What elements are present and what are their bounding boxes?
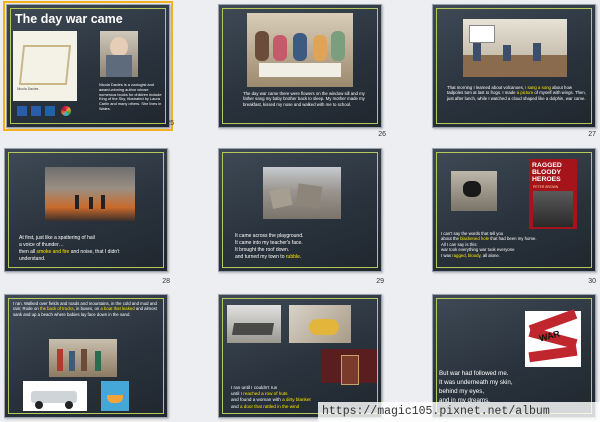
highlight-text: blackened hole — [460, 236, 490, 242]
text-line: It came into my teacher's face. — [235, 240, 303, 246]
slide-number: 28 — [162, 278, 170, 285]
slide-text: The day war came there were flowers on t… — [243, 91, 365, 107]
slide-31[interactable]: I ran. Walked over fields and roads and … — [4, 294, 168, 418]
highlight-text: a dirty blanket — [282, 397, 311, 403]
slide-29[interactable]: It came across the playground. It came i… — [218, 148, 382, 272]
slide-32[interactable]: I ran until I couldn't run until I reach… — [218, 294, 382, 418]
sdg-icon-2 — [31, 106, 41, 116]
text-line: It was underneath my skin, — [439, 379, 513, 386]
slide-number: 26 — [378, 131, 386, 138]
slide-27[interactable]: That morning I learned about volcanoes, … — [432, 4, 596, 128]
author-photo — [100, 31, 138, 77]
highlight-text: a boat that leaked — [100, 306, 135, 312]
slide-26[interactable]: The day war came there were flowers on t… — [218, 4, 382, 128]
slide-33[interactable]: WAR But war had followed me. It was unde… — [432, 294, 596, 418]
book-cover-author: Nicola Davies — [17, 87, 39, 91]
highlight-text: I sang a song — [525, 85, 551, 90]
text-segment: and — [231, 403, 240, 409]
truck-image — [23, 381, 87, 411]
text-line: But war had followed me. — [439, 370, 509, 377]
highlight-text: I reached a row of huts — [240, 391, 288, 397]
text-line: and turned my town to rubble. — [235, 254, 375, 261]
text-line: I was ragged, bloody, all alone. — [441, 253, 591, 258]
blanket-photo — [289, 305, 351, 343]
text-line: behind my eyes, — [439, 388, 485, 395]
album-watermark: https://magic105.pixnet.net/album — [318, 402, 600, 422]
sdg-wheel-icon — [61, 106, 71, 116]
text-line: understand. — [19, 256, 46, 262]
highlight-text: the back of trucks — [40, 306, 74, 312]
blackened-hole-photo — [451, 171, 497, 211]
family-breakfast-photo — [247, 13, 353, 87]
slide-25[interactable]: The day war came Nicola Davies Nicola Da… — [3, 1, 173, 131]
text-segment: until — [231, 391, 241, 397]
slide-text: I ran. Walked over fields and roads and … — [13, 301, 163, 317]
slide-number: 25 — [166, 120, 174, 127]
text-segment: . — [299, 254, 302, 260]
text-segment: and found a woman with — [231, 397, 283, 403]
highlight-text: rubble — [285, 254, 300, 260]
highlight-text: smoke and fire — [36, 249, 70, 255]
slide-text: That morning I learned about volcanoes, … — [447, 85, 587, 101]
slide-30[interactable]: RAGGED BLOODY HEROES PETER BROWN I can't… — [432, 148, 596, 272]
rubble-photo — [263, 167, 341, 219]
text-line: At first, just like a spattering of hail — [19, 235, 95, 241]
highlight-text: bloody — [468, 252, 481, 258]
text-line: It came across the playground. — [235, 233, 304, 239]
text-segment: then all — [19, 249, 37, 255]
highlight-text: a picture — [516, 90, 534, 96]
text-line: It brought the roof down. — [235, 247, 290, 253]
text-segment: that had been my home. — [489, 236, 537, 242]
text-segment: That morning I learned about volcanoes, — [447, 85, 526, 90]
text-segment: and noise, that I didn't — [69, 249, 120, 255]
slide-number: 29 — [376, 278, 384, 285]
sdg-icon-1 — [17, 106, 27, 116]
door-photo — [321, 349, 377, 385]
slide-text: At first, just like a spattering of hail… — [19, 235, 167, 263]
slide-title: The day war came — [15, 12, 123, 26]
fire-smoke-photo — [45, 167, 135, 221]
author-bio: Nicola Davies is a zoologist and award-w… — [99, 82, 162, 111]
slide-text: But war had followed me. It was undernea… — [439, 369, 589, 405]
classroom-photo — [463, 19, 567, 77]
boat-image — [101, 381, 129, 411]
text-segment: , all alone. — [480, 252, 500, 258]
slide-28[interactable]: At first, just like a spattering of hail… — [4, 148, 168, 272]
slide-text: It came across the playground. It came i… — [235, 233, 375, 261]
text-segment: I was — [441, 252, 453, 258]
huts-photo — [227, 305, 281, 343]
highlight-text: a door that rattled in the wind — [239, 403, 300, 409]
slide-number: 27 — [588, 131, 596, 138]
text-line: a voice of thunder… — [19, 242, 64, 248]
book-author: PETER BROWN — [533, 185, 559, 189]
slide-number: 30 — [588, 278, 596, 285]
war-poster-image: WAR — [525, 309, 581, 367]
text-segment: and turned my town to — [235, 254, 286, 260]
book-title: RAGGED BLOODY HEROES — [532, 162, 562, 183]
sdg-icon-3 — [45, 106, 55, 116]
book-cover: RAGGED BLOODY HEROES PETER BROWN — [529, 159, 577, 229]
book-cover-image: Nicola Davies — [13, 31, 77, 101]
highlight-text: ragged — [452, 252, 466, 258]
text-segment: , in buses, on — [73, 306, 101, 312]
text-segment: about the — [441, 236, 461, 242]
refugees-photo — [49, 339, 117, 377]
text-line: then all smoke and fire and noise, that … — [19, 249, 167, 256]
slide-text: I can't say the words that tell you abou… — [441, 231, 591, 258]
